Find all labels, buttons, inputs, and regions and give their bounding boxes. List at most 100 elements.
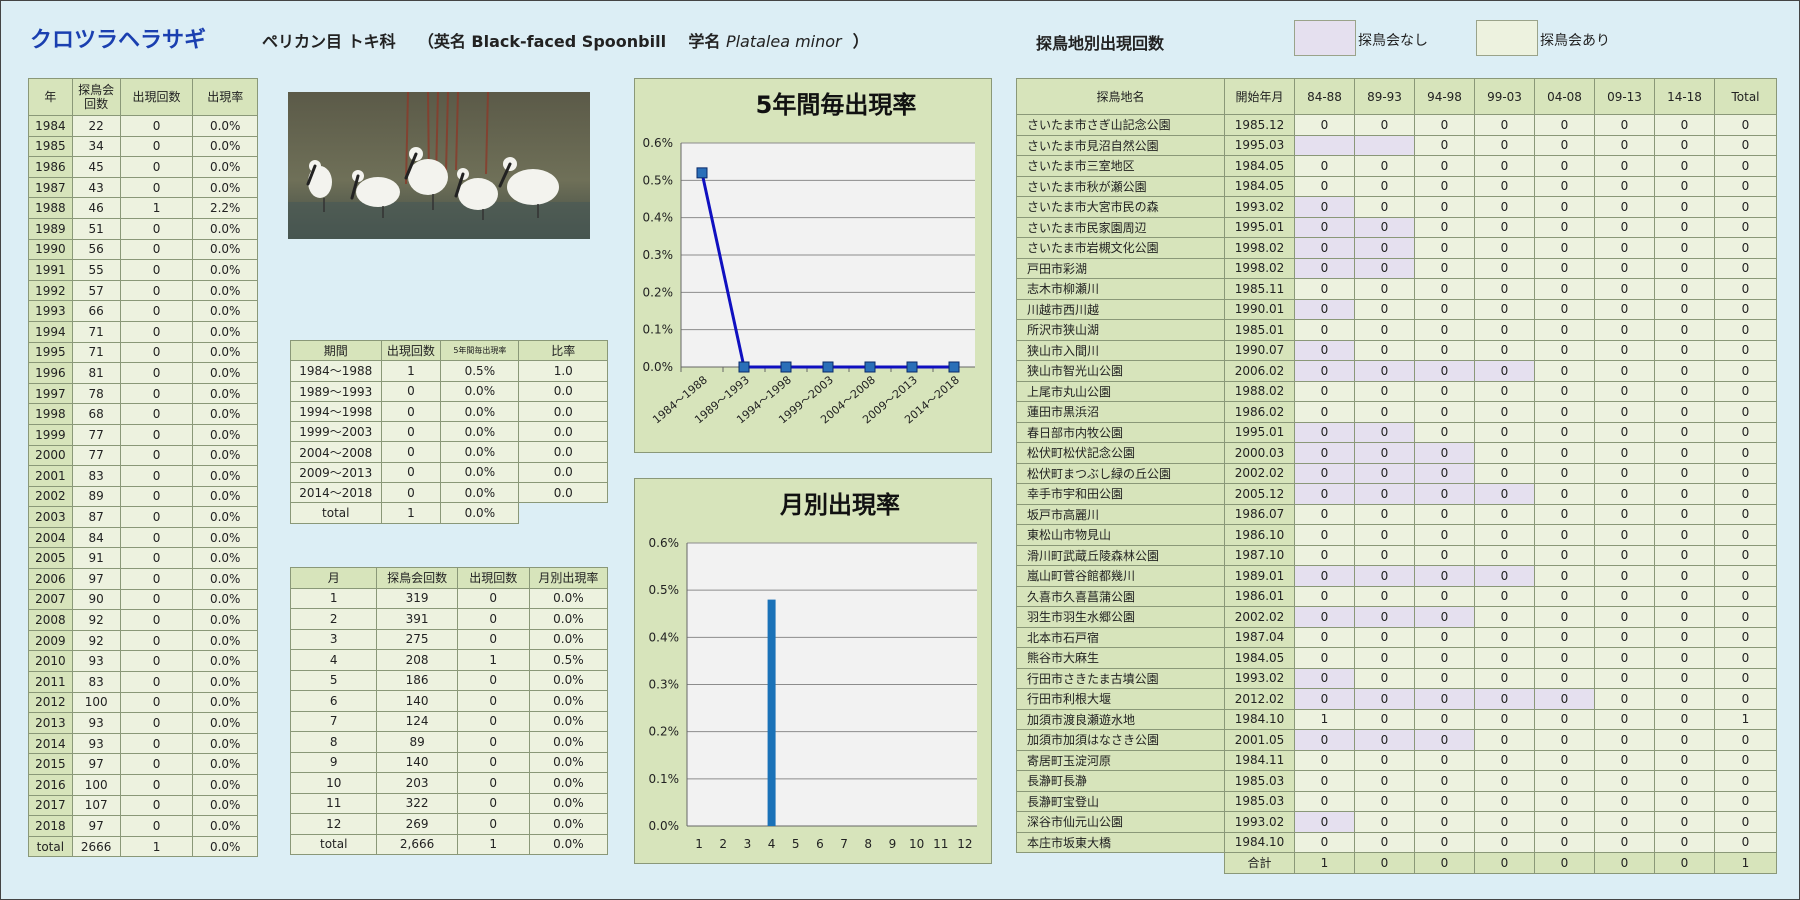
site-count-cell: 0 — [1594, 216, 1655, 238]
site-count-cell: 0 — [1414, 708, 1475, 730]
site-table-header-cell: 09-13 — [1594, 78, 1655, 115]
blank-cell — [519, 503, 608, 523]
table-row: 嵐山町菅谷館都幾川 1989.01 0 0 0 0 0 0 0 0 — [1016, 565, 1777, 587]
month-table-cell: 8 — [289, 731, 378, 753]
period-table-cell: 0 — [380, 400, 442, 423]
site-count-cell: 0 — [1654, 442, 1715, 464]
year-table-cell: 0 — [119, 588, 194, 611]
site-count-cell: 0 — [1654, 770, 1715, 792]
year-table-cell: 2003 — [28, 506, 73, 528]
site-count-cell: 0 — [1594, 380, 1655, 402]
site-count-cell: 0 — [1654, 278, 1715, 300]
close-paren: ） — [852, 32, 869, 51]
table-row: 1991 55 0 0.0% — [28, 259, 258, 281]
site-count-cell: 0 — [1714, 196, 1777, 218]
site-count-cell: 0 — [1594, 565, 1655, 587]
site-count-cell: 0 — [1594, 544, 1655, 566]
y-tick-label: 0.2% — [643, 285, 674, 299]
year-table-cell: 107 — [71, 794, 121, 817]
month-table-cell: 0.0% — [528, 751, 609, 773]
site-table-header-cell: 99-03 — [1474, 78, 1535, 115]
period-table-cell: 0.0 — [518, 421, 608, 443]
month-table-header-cell: 出現回数 — [456, 567, 530, 589]
site-count-cell: 0 — [1594, 257, 1655, 279]
site-count-cell: 0 — [1654, 483, 1715, 505]
year-table-cell: 97 — [71, 568, 121, 590]
year-table-cell: 1 — [119, 197, 194, 219]
table-row: 2016 100 0 0.0% — [28, 774, 258, 796]
legend-none-swatch — [1294, 20, 1356, 56]
site-count-cell: 0 — [1654, 708, 1715, 730]
month-table-cell: 0.0% — [528, 772, 609, 794]
data-point — [738, 361, 750, 373]
year-table-cell: 92 — [71, 609, 121, 631]
site-count-cell — [1354, 134, 1415, 156]
site-name-cell: さいたま市見沼自然公園 — [1016, 134, 1225, 156]
table-row: 2 391 0 0.0% — [289, 608, 609, 630]
site-count-cell: 0 — [1534, 257, 1595, 279]
site-count-cell: 0 — [1354, 524, 1415, 546]
period-table-cell: 0 — [380, 380, 442, 402]
site-count-cell: 0 — [1654, 462, 1715, 484]
year-table-cell: 93 — [71, 650, 121, 673]
site-count-cell: 0 — [1474, 278, 1535, 300]
year-table-cell: 1999 — [28, 423, 73, 446]
year-table-cell: 2018 — [28, 815, 73, 837]
period-table-cell: 0.0% — [440, 421, 520, 443]
site-count-cell: 0 — [1354, 114, 1415, 136]
site-start-cell: 1985.12 — [1224, 114, 1295, 136]
site-count-cell: 0 — [1354, 380, 1415, 402]
site-total-cell: 0 — [1474, 852, 1535, 874]
x-tick-label: 5 — [792, 837, 800, 851]
site-count-cell: 0 — [1354, 811, 1415, 833]
month-table-cell: 140 — [376, 690, 458, 712]
year-table-cell: total — [28, 835, 73, 858]
month-table-cell: 0.0% — [528, 792, 609, 814]
site-count-cell: 0 — [1594, 770, 1655, 792]
site-name-cell: 坂戸市高麗川 — [1016, 503, 1225, 525]
period-table-header-cell: 5年間毎出現率 — [440, 339, 520, 362]
year-table-cell: 68 — [71, 403, 121, 425]
site-count-cell: 0 — [1714, 606, 1777, 628]
site-count-cell: 0 — [1474, 360, 1535, 382]
month-table-cell: 0 — [456, 772, 530, 794]
year-table-cell: 0 — [119, 279, 194, 302]
year-table-cell: 0 — [119, 774, 194, 796]
site-count-cell: 0 — [1534, 565, 1595, 587]
site-count-cell: 0 — [1534, 196, 1595, 218]
month-table-cell: 391 — [376, 608, 458, 630]
site-count-cell: 0 — [1414, 729, 1475, 751]
site-name-cell: 東松山市物見山 — [1016, 524, 1225, 546]
site-count-cell: 0 — [1534, 401, 1595, 423]
y-tick-label: 0.3% — [649, 678, 680, 692]
year-table-cell: 0 — [119, 609, 194, 631]
site-count-cell: 0 — [1594, 483, 1655, 505]
month-table-cell: 0 — [456, 669, 530, 691]
table-row: 春日部市内牧公園 1995.01 0 0 0 0 0 0 0 0 — [1016, 421, 1777, 443]
site-count-cell: 0 — [1354, 749, 1415, 771]
year-table-cell: 0 — [119, 465, 194, 487]
year-table-cell: 0.0% — [192, 835, 258, 858]
y-tick-label: 0.4% — [643, 211, 674, 225]
year-table: 年探鳥会回数 出現回数 出現率 1984 22 0 0.0% 1985 34 0 0.0% 1986… — [28, 78, 258, 858]
site-count-cell: 0 — [1594, 278, 1655, 300]
table-row: さいたま市民家園周辺 1995.01 0 0 0 0 0 0 0 0 — [1016, 216, 1777, 238]
site-table-header-cell: 84-88 — [1294, 78, 1355, 115]
year-table-cell: 1998 — [28, 403, 73, 425]
period-table-header-cell: 期間 — [290, 339, 382, 362]
year-table-cell: 66 — [71, 300, 121, 322]
table-row: さいたま市さぎ山記念公園 1985.12 0 0 0 0 0 0 0 0 — [1016, 114, 1777, 136]
site-count-cell: 0 — [1714, 524, 1777, 546]
table-row: 志木市柳瀬川 1985.11 0 0 0 0 0 0 0 0 — [1016, 278, 1777, 300]
month-table-cell: 140 — [376, 751, 458, 773]
site-count-cell: 0 — [1714, 626, 1777, 648]
site-name-cell: 滑川町武蔵丘陵森林公園 — [1016, 544, 1225, 566]
site-count-cell: 0 — [1294, 667, 1355, 689]
year-table-cell: 0.0% — [192, 403, 258, 425]
month-table-cell: 0.0% — [528, 587, 609, 609]
table-row: 2008 92 0 0.0% — [28, 609, 258, 631]
period-table-header-cell: 出現回数 — [380, 339, 442, 362]
y-tick-label: 0.6% — [649, 536, 680, 550]
site-count-cell: 0 — [1294, 565, 1355, 587]
site-count-cell: 0 — [1714, 462, 1777, 484]
